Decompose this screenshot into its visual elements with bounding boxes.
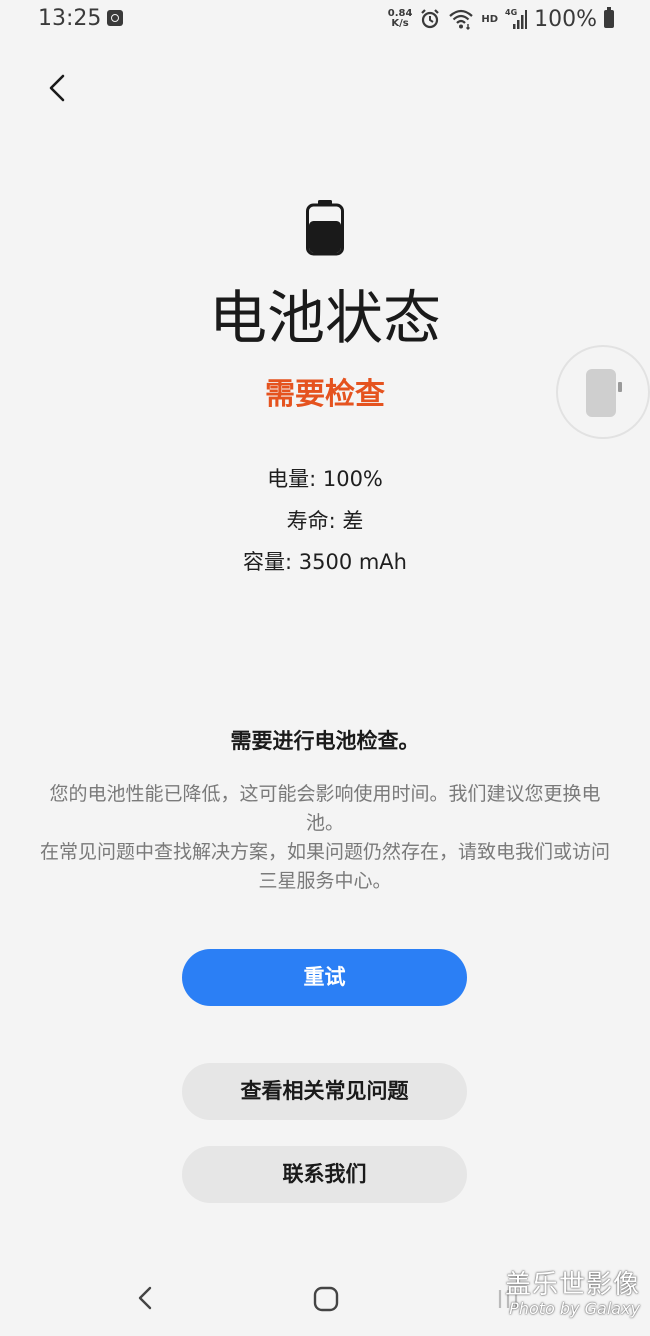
watermark: 盖乐世影像 Photo by Galaxy [505, 1270, 640, 1318]
watermark-sub: Photo by Galaxy [509, 1299, 640, 1318]
alarm-icon [421, 9, 440, 29]
battery-outline-icon [586, 369, 616, 417]
battery-percent: 100% [534, 6, 597, 32]
notice-line-1: 您的电池性能已降低，这可能会影响使用时间。我们建议您更换电池。 [49, 783, 601, 834]
charge-level: 电量: 100% [267, 467, 383, 491]
app-notification-icon [107, 10, 123, 26]
notice-heading: 需要进行电池检查。 [230, 729, 420, 753]
battery-capacity: 容量: 3500 mAh [242, 550, 407, 574]
back-button[interactable] [36, 66, 80, 110]
notice-description: 您的电池性能已降低，这可能会影响使用时间。我们建议您更换电池。 在常见问题中查找… [40, 780, 610, 896]
back-icon[interactable] [130, 1282, 162, 1314]
network-speed-unit: K/s [391, 18, 409, 29]
network-speed: 0.84 K/s [388, 9, 413, 29]
notice-line-2: 在常见问题中查找解决方案，如果问题仍然存在，请致电我们或访问三星服务中心。 [40, 841, 611, 892]
battery-status-label: 需要检查 [265, 377, 385, 412]
contact-button[interactable]: 联系我们 [182, 1146, 467, 1203]
battery-life: 寿命: 差 [286, 509, 364, 533]
faq-button[interactable]: 查看相关常见问题 [182, 1063, 467, 1120]
page-title: 电池状态 [208, 284, 441, 352]
watermark-main: 盖乐世影像 [504, 1270, 640, 1300]
floating-battery-button[interactable] [556, 345, 650, 439]
hd-indicator: HD [481, 13, 499, 25]
wifi-icon [449, 9, 474, 30]
battery-tip [618, 382, 622, 392]
status-bar: 13:25 0.84 K/s HD 4G 100% [0, 0, 650, 40]
network-type: 4G [505, 8, 517, 17]
chevron-left-icon [49, 74, 65, 102]
status-time: 13:25 [38, 6, 102, 31]
home-icon[interactable] [313, 1286, 339, 1312]
status-icons: 0.84 K/s HD 4G 100% [388, 6, 614, 32]
signal-icon: 4G [505, 8, 528, 29]
retry-button[interactable]: 重试 [182, 949, 467, 1006]
battery-icon [604, 7, 614, 28]
battery-icon [306, 200, 344, 256]
